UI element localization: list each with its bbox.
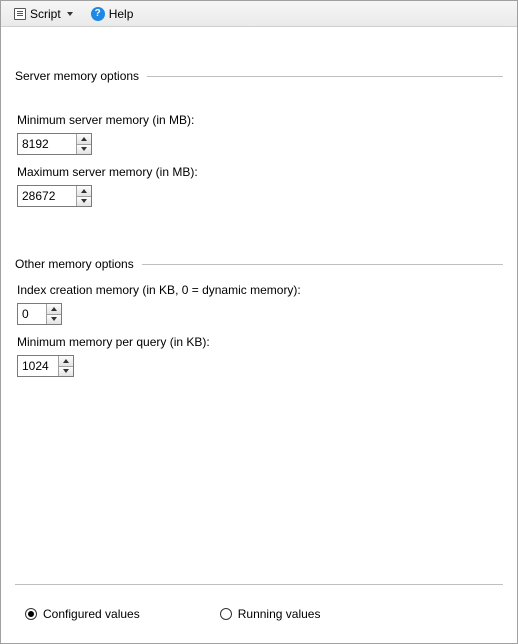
radio-label: Running values bbox=[238, 607, 321, 621]
min-memory-spinner[interactable] bbox=[17, 133, 92, 155]
min-query-memory-input[interactable] bbox=[18, 356, 58, 376]
chevron-down-icon bbox=[51, 317, 57, 321]
spinner-buttons bbox=[58, 356, 73, 376]
max-memory-label: Maximum server memory (in MB): bbox=[17, 165, 503, 179]
chevron-down-icon bbox=[63, 369, 69, 373]
radio-icon bbox=[25, 608, 37, 620]
help-label: Help bbox=[109, 7, 134, 21]
radio-running-values[interactable]: Running values bbox=[220, 607, 321, 621]
spinner-buttons bbox=[46, 304, 61, 324]
group-server-memory: Server memory options bbox=[15, 69, 503, 83]
min-memory-label: Minimum server memory (in MB): bbox=[17, 113, 503, 127]
radio-label: Configured values bbox=[43, 607, 140, 621]
chevron-up-icon bbox=[81, 189, 87, 193]
spin-up-button[interactable] bbox=[77, 134, 91, 145]
spin-up-button[interactable] bbox=[77, 186, 91, 197]
spinner-buttons bbox=[76, 134, 91, 154]
spin-down-button[interactable] bbox=[77, 197, 91, 207]
chevron-up-icon bbox=[63, 359, 69, 363]
spin-down-button[interactable] bbox=[59, 367, 73, 377]
footer: Configured values Running values bbox=[1, 584, 517, 643]
content-area: Server memory options Minimum server mem… bbox=[1, 27, 517, 377]
divider bbox=[147, 76, 503, 77]
group-other-memory: Other memory options bbox=[15, 257, 503, 271]
min-query-memory-label: Minimum memory per query (in KB): bbox=[17, 335, 503, 349]
radio-configured-values[interactable]: Configured values bbox=[25, 607, 140, 621]
index-memory-input[interactable] bbox=[18, 304, 46, 324]
min-memory-input[interactable] bbox=[18, 134, 76, 154]
chevron-down-icon bbox=[81, 147, 87, 151]
divider bbox=[142, 264, 503, 265]
index-memory-label: Index creation memory (in KB, 0 = dynami… bbox=[17, 283, 503, 297]
spin-down-button[interactable] bbox=[47, 315, 61, 325]
group-title: Other memory options bbox=[15, 257, 134, 271]
script-button[interactable]: Script bbox=[7, 4, 80, 24]
spin-up-button[interactable] bbox=[59, 356, 73, 367]
radio-dot-icon bbox=[28, 611, 34, 617]
script-icon bbox=[14, 8, 26, 20]
chevron-up-icon bbox=[81, 137, 87, 141]
script-label: Script bbox=[30, 7, 61, 21]
spin-up-button[interactable] bbox=[47, 304, 61, 315]
index-memory-spinner[interactable] bbox=[17, 303, 62, 325]
chevron-down-icon bbox=[67, 12, 73, 16]
min-query-memory-spinner[interactable] bbox=[17, 355, 74, 377]
spin-down-button[interactable] bbox=[77, 145, 91, 155]
toolbar: Script ? Help bbox=[1, 1, 517, 27]
max-memory-input[interactable] bbox=[18, 186, 76, 206]
radio-group-values: Configured values Running values bbox=[1, 585, 517, 621]
radio-icon bbox=[220, 608, 232, 620]
chevron-up-icon bbox=[51, 307, 57, 311]
help-button[interactable]: ? Help bbox=[84, 4, 141, 24]
chevron-down-icon bbox=[81, 199, 87, 203]
max-memory-spinner[interactable] bbox=[17, 185, 92, 207]
spinner-buttons bbox=[76, 186, 91, 206]
group-title: Server memory options bbox=[15, 69, 139, 83]
help-icon: ? bbox=[91, 7, 105, 21]
